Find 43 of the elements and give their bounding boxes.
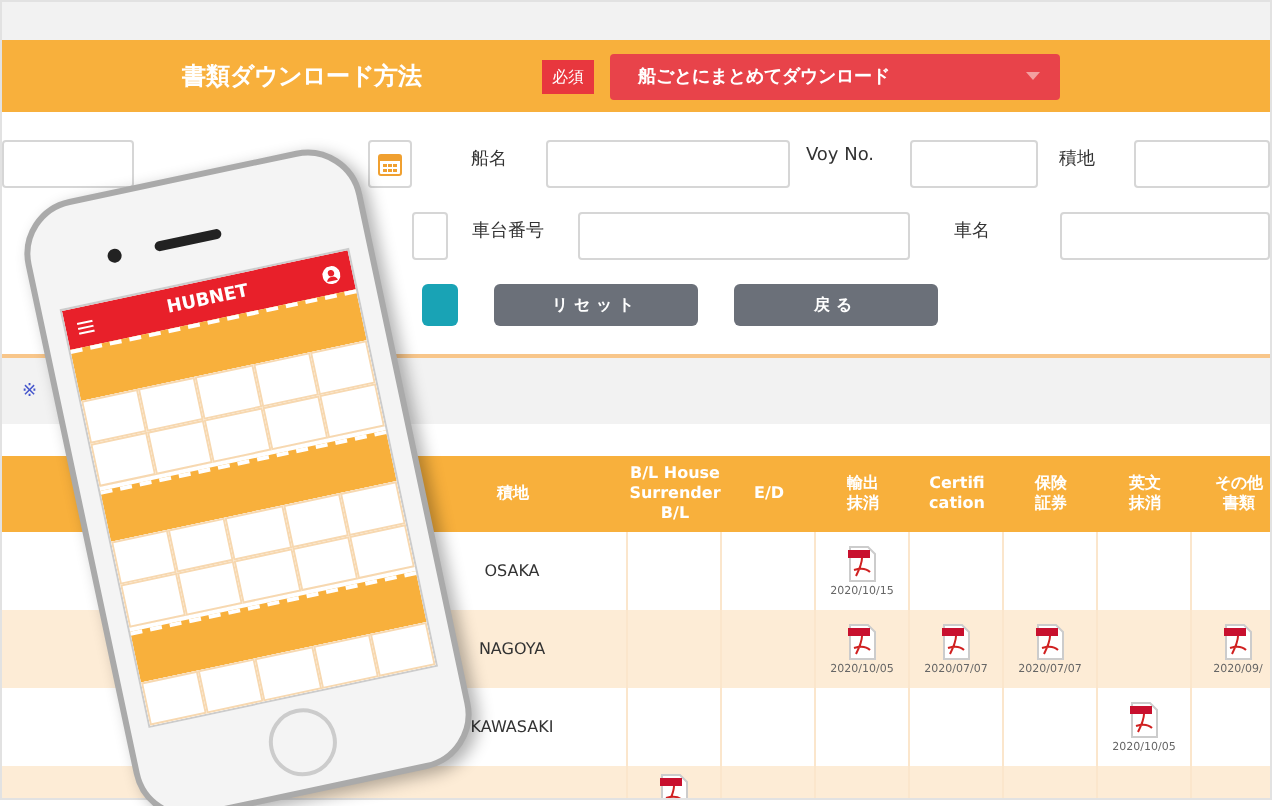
input-field[interactable] <box>2 140 134 188</box>
column-header: 保険証券 <box>1034 474 1068 514</box>
input-field[interactable] <box>909 140 1039 188</box>
download-method-select[interactable]: 船ごとにまとめてダウンロード <box>610 53 1060 99</box>
column-header: 積地 <box>497 484 529 504</box>
column-header: B/L House Surrender B/L <box>629 464 721 524</box>
input-field[interactable] <box>577 212 910 260</box>
input-field[interactable] <box>1134 140 1270 188</box>
app-logo: HUBNET <box>165 281 251 319</box>
account-icon <box>320 263 342 285</box>
note-text: ※ <box>22 381 38 401</box>
column-header: 英文抹消 <box>1128 474 1162 514</box>
column-header: E/D <box>753 484 785 504</box>
column-header: 輸出抹消 <box>846 474 880 514</box>
action-button[interactable]: リセット <box>494 284 698 326</box>
port-cell: NAGOYA <box>478 640 546 658</box>
port-cell: OSAKA <box>484 562 540 580</box>
field-label: 車台番号 <box>471 219 546 244</box>
field-label: 船名 <box>471 147 510 172</box>
input-field[interactable] <box>546 140 790 188</box>
camera-lens <box>106 247 123 265</box>
field-label: 車名 <box>953 219 992 244</box>
calendar-icon <box>377 152 402 176</box>
menu-icon <box>76 317 95 335</box>
pdf-icon[interactable] <box>1036 623 1064 659</box>
action-button[interactable]: 戻る <box>734 284 938 326</box>
search-button[interactable] <box>422 284 458 326</box>
caret-icon <box>1026 72 1040 80</box>
port-cell: KAWASAKI <box>470 718 554 736</box>
field-label: 積地 <box>1058 147 1097 172</box>
required-badge: 必須 <box>542 59 594 93</box>
pdf-icon[interactable] <box>848 623 876 659</box>
pdf-icon[interactable] <box>1130 701 1158 737</box>
column-header: その他書類 <box>1214 474 1264 514</box>
input-field[interactable] <box>1059 212 1270 260</box>
download-method-label: 書類ダウンロード方法 <box>182 59 424 93</box>
input-field[interactable] <box>412 212 448 260</box>
date-field[interactable] <box>367 140 412 188</box>
column-header: Certifi cation <box>929 474 985 514</box>
pdf-icon[interactable] <box>942 623 970 659</box>
pdf-icon[interactable] <box>848 545 876 581</box>
pdf-icon[interactable] <box>1224 623 1252 659</box>
field-label: Voy No. <box>805 144 877 166</box>
